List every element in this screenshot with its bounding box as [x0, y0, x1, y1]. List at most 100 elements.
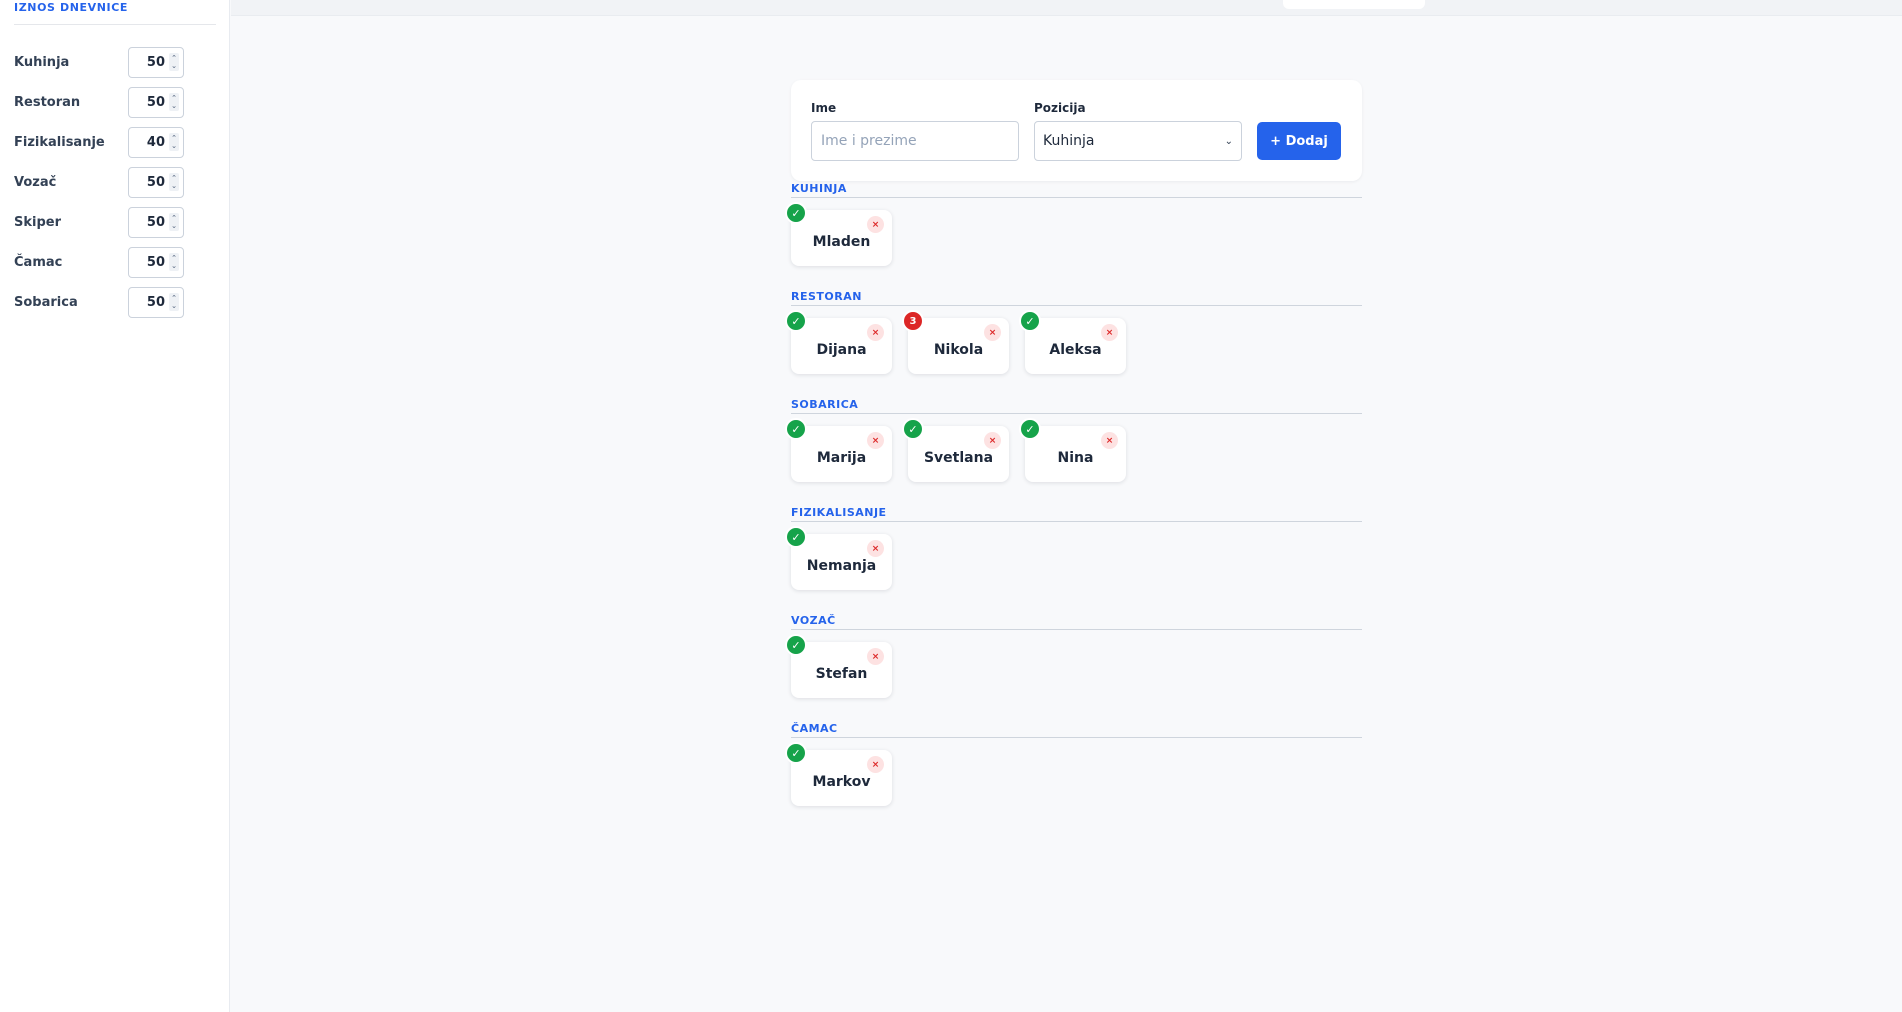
group-title: ČAMAC: [791, 721, 1362, 738]
check-badge-icon: ✓: [785, 310, 807, 332]
employee-group: VOZAČ ✓ × Stefan: [785, 613, 1362, 721]
top-tab[interactable]: [1283, 0, 1425, 9]
employee-card[interactable]: ✓ × Nina: [1019, 418, 1126, 482]
spin-up-icon[interactable]: ⌃: [171, 294, 177, 302]
group-title: VOZAČ: [791, 613, 1362, 630]
rate-value: 50: [146, 254, 165, 270]
rate-row: Restoran 50 ⌃ ⌄: [14, 82, 184, 122]
rate-input[interactable]: 50 ⌃ ⌄: [128, 286, 184, 318]
rate-input[interactable]: 50 ⌃ ⌄: [128, 246, 184, 278]
spin-down-icon[interactable]: ⌄: [171, 302, 177, 310]
employee-card[interactable]: ✓ × Marija: [785, 418, 892, 482]
check-badge-icon: ✓: [1019, 310, 1041, 332]
rate-value: 50: [146, 54, 165, 70]
rate-value: 50: [146, 294, 165, 310]
spin-up-icon[interactable]: ⌃: [171, 134, 177, 142]
card-list: ✓ × Stefan: [785, 630, 1362, 721]
employee-name: Nikola: [933, 342, 984, 358]
rate-input[interactable]: 50 ⌃ ⌄: [128, 206, 184, 238]
spinner-icon[interactable]: ⌃ ⌄: [169, 293, 179, 311]
employee-group: KUHINJA ✓ × Mladen: [785, 181, 1362, 289]
count-badge: 3: [902, 310, 924, 332]
spinner-icon[interactable]: ⌃ ⌄: [169, 133, 179, 151]
spin-down-icon[interactable]: ⌄: [171, 102, 177, 110]
employee-card[interactable]: 3 × Nikola: [902, 310, 1009, 374]
spin-down-icon[interactable]: ⌄: [171, 262, 177, 270]
employee-name: Aleksa: [1049, 342, 1102, 358]
name-input[interactable]: [811, 121, 1019, 161]
check-badge-icon: ✓: [785, 526, 807, 548]
name-field: Ime: [811, 101, 1019, 161]
remove-icon[interactable]: ×: [867, 756, 884, 773]
add-employee-form: Ime Pozicija Kuhinja ⌄ + Dodaj: [791, 80, 1362, 181]
spinner-icon[interactable]: ⌃ ⌄: [169, 53, 179, 71]
remove-icon[interactable]: ×: [984, 432, 1001, 449]
spinner-icon[interactable]: ⌃ ⌄: [169, 253, 179, 271]
rate-row: Fizikalisanje 40 ⌃ ⌄: [14, 122, 184, 162]
rate-value: 50: [146, 174, 165, 190]
rate-input[interactable]: 40 ⌃ ⌄: [128, 126, 184, 158]
spinner-icon[interactable]: ⌃ ⌄: [169, 93, 179, 111]
rate-value: 50: [146, 214, 165, 230]
check-badge-icon: ✓: [902, 418, 924, 440]
spin-down-icon[interactable]: ⌄: [171, 222, 177, 230]
spin-up-icon[interactable]: ⌃: [171, 174, 177, 182]
spin-down-icon[interactable]: ⌄: [171, 142, 177, 150]
employee-card[interactable]: ✓ × Markov: [785, 742, 892, 806]
sidebar: IZNOS DNEVNICE Kuhinja 50 ⌃ ⌄ Restoran 50 ⌃ ⌄ Fi…: [0, 0, 230, 1012]
rate-label: Fizikalisanje: [14, 134, 105, 150]
sidebar-title: IZNOS DNEVNICE: [14, 0, 216, 25]
rate-row: Čamac 50 ⌃ ⌄: [14, 242, 184, 282]
card-list: ✓ × Marija ✓ × Svetlana ✓ × Nina: [785, 414, 1362, 505]
position-select[interactable]: Kuhinja ⌄: [1034, 121, 1242, 161]
employee-card[interactable]: ✓ × Mladen: [785, 202, 892, 266]
rate-row: Vozač 50 ⌃ ⌄: [14, 162, 184, 202]
employee-name: Markov: [812, 774, 871, 790]
spin-up-icon[interactable]: ⌃: [171, 54, 177, 62]
rate-input[interactable]: 50 ⌃ ⌄: [128, 166, 184, 198]
employee-name: Nemanja: [806, 558, 877, 574]
employee-card[interactable]: ✓ × Dijana: [785, 310, 892, 374]
employee-card[interactable]: ✓ × Svetlana: [902, 418, 1009, 482]
spinner-icon[interactable]: ⌃ ⌄: [169, 213, 179, 231]
spinner-icon[interactable]: ⌃ ⌄: [169, 173, 179, 191]
rate-label: Čamac: [14, 254, 63, 270]
chevron-down-icon: ⌄: [1224, 135, 1233, 147]
card-list: ✓ × Dijana 3 × Nikola ✓ × Aleksa: [785, 306, 1362, 397]
employee-name: Mladen: [812, 234, 871, 250]
remove-icon[interactable]: ×: [867, 324, 884, 341]
rate-value: 40: [146, 134, 165, 150]
remove-icon[interactable]: ×: [1101, 324, 1118, 341]
employee-card[interactable]: ✓ × Stefan: [785, 634, 892, 698]
card-list: ✓ × Nemanja: [785, 522, 1362, 613]
employee-card[interactable]: ✓ × Aleksa: [1019, 310, 1126, 374]
employee-groups: KUHINJA ✓ × Mladen RESTORAN ✓ × Dijana 3 × Nikola ✓…: [785, 181, 1362, 818]
employee-name: Stefan: [815, 666, 868, 682]
rate-label: Skiper: [14, 214, 61, 230]
group-title: SOBARICA: [791, 397, 1362, 414]
add-button[interactable]: + Dodaj: [1257, 122, 1341, 160]
card-list: ✓ × Mladen: [785, 198, 1362, 289]
spin-up-icon[interactable]: ⌃: [171, 94, 177, 102]
remove-icon[interactable]: ×: [1101, 432, 1118, 449]
position-selected-value: Kuhinja: [1043, 133, 1095, 149]
group-title: FIZIKALISANJE: [791, 505, 1362, 522]
rate-label: Sobarica: [14, 294, 78, 310]
remove-icon[interactable]: ×: [867, 648, 884, 665]
remove-icon[interactable]: ×: [867, 216, 884, 233]
rate-input[interactable]: 50 ⌃ ⌄: [128, 86, 184, 118]
remove-icon[interactable]: ×: [984, 324, 1001, 341]
remove-icon[interactable]: ×: [867, 540, 884, 557]
spin-up-icon[interactable]: ⌃: [171, 214, 177, 222]
rate-label: Kuhinja: [14, 54, 70, 70]
top-bar: [231, 0, 1902, 16]
spin-up-icon[interactable]: ⌃: [171, 254, 177, 262]
spin-down-icon[interactable]: ⌄: [171, 62, 177, 70]
rate-input[interactable]: 50 ⌃ ⌄: [128, 46, 184, 78]
employee-card[interactable]: ✓ × Nemanja: [785, 526, 892, 590]
spin-down-icon[interactable]: ⌄: [171, 182, 177, 190]
remove-icon[interactable]: ×: [867, 432, 884, 449]
position-label: Pozicija: [1034, 101, 1086, 115]
rate-row: Kuhinja 50 ⌃ ⌄: [14, 42, 184, 82]
employee-group: ČAMAC ✓ × Markov: [785, 721, 1362, 818]
